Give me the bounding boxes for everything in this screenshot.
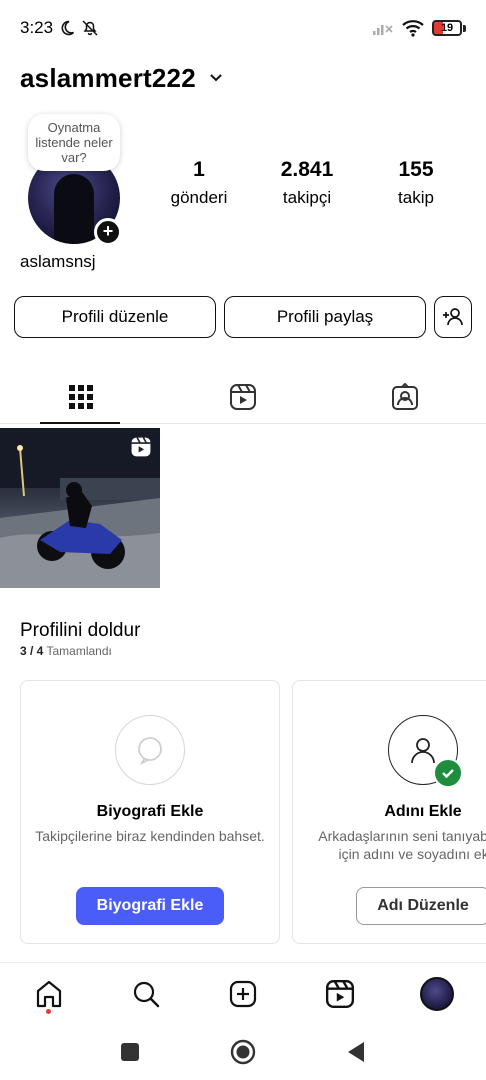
stat-posts-value: 1 bbox=[193, 158, 205, 181]
status-left: 3:23 bbox=[20, 18, 99, 38]
chevron-down-icon[interactable] bbox=[208, 72, 224, 84]
post-grid bbox=[0, 428, 486, 588]
tab-tagged[interactable] bbox=[324, 370, 486, 423]
stat-posts[interactable]: 1 gönderi bbox=[168, 158, 230, 208]
nav-profile[interactable] bbox=[389, 963, 486, 1024]
reel-badge-icon bbox=[131, 437, 151, 457]
progress-count: 3 / 4 bbox=[20, 644, 44, 658]
complete-profile-title: Profilini doldur bbox=[20, 620, 141, 641]
person-icon bbox=[411, 738, 435, 764]
battery-icon: 19 bbox=[432, 20, 466, 36]
name-card-icon-wrapper bbox=[388, 715, 463, 788]
nav-reels[interactable] bbox=[292, 963, 389, 1024]
card-add-bio-title: Biyografi Ekle bbox=[96, 803, 204, 820]
nav-create[interactable] bbox=[194, 963, 291, 1024]
stat-following[interactable]: 155 takip bbox=[388, 158, 444, 208]
progress-label: Tamamlandı bbox=[46, 644, 112, 658]
tab-reels[interactable] bbox=[162, 370, 324, 423]
back-icon[interactable] bbox=[346, 1041, 366, 1063]
reels-icon bbox=[230, 383, 256, 410]
check-icon bbox=[433, 758, 463, 788]
stat-followers-value: 2.841 bbox=[280, 158, 334, 181]
speech-bubble-icon bbox=[138, 737, 162, 765]
battery-level: 19 bbox=[432, 20, 462, 36]
note-bubble[interactable]: Oynatma listende neler var? bbox=[28, 114, 120, 171]
add-story-icon[interactable]: + bbox=[94, 218, 122, 246]
profile-actions: Profili düzenle Profili paylaş bbox=[14, 296, 472, 338]
edit-name-button[interactable]: Adı Düzenle bbox=[356, 887, 486, 925]
add-bio-button[interactable]: Biyografi Ekle bbox=[76, 887, 224, 925]
username-title[interactable]: aslammert222 bbox=[20, 63, 196, 94]
profile-tabs bbox=[0, 370, 486, 424]
create-icon bbox=[229, 980, 257, 1007]
complete-profile-progress: 3 / 4 Tamamlandı bbox=[20, 644, 112, 658]
discover-people-button[interactable] bbox=[434, 296, 472, 338]
card-add-name-text: Arkadaşlarının seni tanıyabilmesi için a… bbox=[318, 828, 486, 862]
card-add-name: Adını Ekle Arkadaşlarının seni tanıyabil… bbox=[292, 680, 486, 944]
nav-home[interactable] bbox=[0, 963, 97, 1024]
post-thumbnail[interactable] bbox=[0, 428, 160, 588]
signal-icon bbox=[373, 25, 393, 35]
wifi-icon bbox=[402, 20, 424, 37]
home-button-icon[interactable] bbox=[230, 1039, 256, 1065]
stat-followers-label: takipçi bbox=[282, 188, 332, 207]
nav-search[interactable] bbox=[97, 963, 194, 1024]
note-text: Oynatma listende neler var? bbox=[35, 120, 113, 165]
card-add-name-title: Adını Ekle bbox=[384, 803, 462, 820]
reels-icon bbox=[326, 979, 355, 1008]
share-profile-button[interactable]: Profili paylaş bbox=[224, 296, 426, 338]
stat-posts-label: gönderi bbox=[170, 188, 228, 207]
profile-summary: Oynatma listende neler var? + 1 gönderi … bbox=[0, 112, 486, 252]
card-add-bio-text: Takipçilerine biraz kendinden bahset. bbox=[35, 828, 265, 844]
tagged-icon bbox=[392, 382, 418, 410]
profile-avatar[interactable] bbox=[420, 976, 455, 1011]
edit-profile-button[interactable]: Profili düzenle bbox=[14, 296, 216, 338]
bottom-navigation bbox=[0, 962, 486, 1024]
status-right: 19 bbox=[372, 19, 466, 37]
recent-apps-icon[interactable] bbox=[120, 1042, 140, 1062]
notification-dot bbox=[45, 1009, 51, 1014]
stat-following-label: takip bbox=[398, 188, 434, 207]
status-bar: 3:23 19 bbox=[0, 0, 486, 56]
profile-header[interactable]: aslammert222 bbox=[20, 56, 224, 100]
stat-followers[interactable]: 2.841 takipçi bbox=[272, 158, 342, 208]
display-name: aslamsnsj bbox=[20, 252, 96, 271]
bio-card-icon-wrapper bbox=[115, 715, 185, 785]
add-person-icon bbox=[443, 308, 463, 326]
muted-bell-icon bbox=[82, 20, 98, 36]
moon-icon bbox=[61, 20, 75, 36]
status-time: 3:23 bbox=[20, 18, 54, 37]
stat-following-value: 155 bbox=[398, 158, 434, 181]
home-icon bbox=[36, 980, 61, 1007]
grid-icon bbox=[69, 384, 93, 409]
system-navigation bbox=[0, 1024, 486, 1080]
search-icon bbox=[133, 981, 159, 1007]
card-add-bio: Biyografi Ekle Takipçilerine biraz kendi… bbox=[20, 680, 280, 944]
tab-grid[interactable] bbox=[0, 370, 162, 424]
